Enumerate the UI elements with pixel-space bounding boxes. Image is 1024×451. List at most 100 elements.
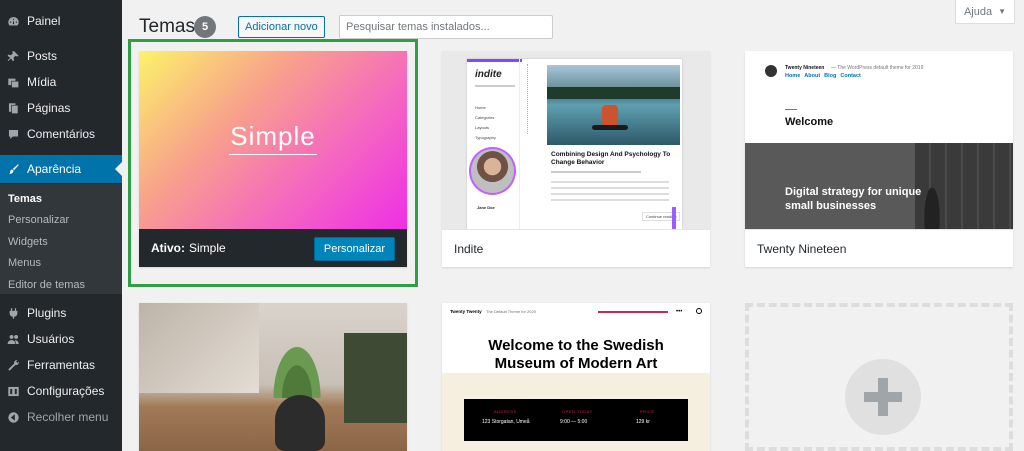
photo-wall xyxy=(139,303,259,393)
indite-preview-page: indite Home Categories Layouts Typograph… xyxy=(467,59,682,229)
indite-post-line-2 xyxy=(551,187,669,189)
theme-name-indite: Indite xyxy=(454,241,484,256)
indite-author-name: Jane Doe xyxy=(477,205,495,210)
twentynineteen-hero: Digital strategy for unique small busine… xyxy=(745,143,1013,229)
menu-label: Usuários xyxy=(27,332,75,346)
submenu-item-menus[interactable]: Menus xyxy=(8,257,41,269)
menu-label: Recolher menu xyxy=(27,410,109,424)
theme-name-twentynineteen: Twenty Nineteen xyxy=(757,241,847,256)
indite-post-title: Combining Design And Psychology To Chang… xyxy=(551,151,671,167)
help-tab-button[interactable]: Ajuda ▼ xyxy=(955,0,1015,24)
theme-screenshot-twentytwenty: Twenty Twenty The Default Theme for 2020… xyxy=(442,303,710,451)
media-icon xyxy=(6,75,20,89)
twentytwenty-price-label: PRICE xyxy=(640,409,655,414)
submenu-item-temas[interactable]: Temas xyxy=(8,193,42,205)
customize-button[interactable]: Personalizar xyxy=(313,237,395,261)
theme-bar-indite: Indite xyxy=(442,229,710,267)
page-title: Temas xyxy=(139,16,195,37)
menu-label: Páginas xyxy=(27,101,71,115)
theme-name-simple: Simple xyxy=(189,241,226,255)
menu-item-paginas[interactable]: Páginas xyxy=(0,95,122,121)
caret-down-icon: ▼ xyxy=(998,7,1007,16)
help-label: Ajuda xyxy=(963,5,993,18)
indite-menu-home: Home xyxy=(475,105,486,110)
active-label: Ativo: xyxy=(151,241,185,255)
search-themes-input[interactable] xyxy=(339,15,553,39)
twentytwenty-nav xyxy=(598,311,668,313)
twentytwenty-tagline: The Default Theme for 2020 xyxy=(486,309,536,314)
twentytwenty-price-value: 129 kr xyxy=(636,419,650,425)
add-new-theme-button[interactable]: Adicionar novo xyxy=(238,16,325,38)
photo-plant-leaves xyxy=(267,333,327,398)
menu-item-midia[interactable]: Mídia xyxy=(0,69,122,95)
indite-post-image-canoe xyxy=(592,125,628,130)
indite-menu-typography: Typography xyxy=(475,135,496,140)
menu-item-configuracoes[interactable]: Configurações xyxy=(0,378,122,404)
menu-label: Comentários xyxy=(27,127,96,141)
simple-title-underline xyxy=(229,154,317,155)
theme-screenshot-photo xyxy=(139,303,407,451)
twentytwenty-address-value: 123 Storgatan, Umeå xyxy=(482,419,530,425)
menu-label: Aparência xyxy=(27,162,82,176)
indite-side-accent xyxy=(672,207,676,229)
menu-item-aparencia[interactable]: Aparência xyxy=(0,155,122,183)
submenu-item-personalizar[interactable]: Personalizar xyxy=(8,214,69,226)
add-new-theme-card[interactable] xyxy=(745,303,1013,451)
users-icon xyxy=(6,332,20,346)
twentynineteen-nav-home: Home xyxy=(785,73,801,79)
theme-count-badge: 5 xyxy=(194,16,216,38)
settings-icon xyxy=(6,384,20,398)
twentynineteen-hero-text: Digital strategy for unique small busine… xyxy=(785,186,922,213)
pin-icon xyxy=(6,49,20,63)
twentynineteen-welcome: Welcome xyxy=(785,116,834,128)
submenu-item-editor-de-temas[interactable]: Editor de temas xyxy=(8,279,85,291)
twentytwenty-heading: Welcome to the Swedish Museum of Modern … xyxy=(488,337,664,372)
indite-tagline-line xyxy=(475,85,515,87)
twentynineteen-site-title: Twenty Nineteen xyxy=(785,65,825,71)
current-menu-arrow xyxy=(115,162,122,176)
theme-screenshot-simple: Simple xyxy=(139,51,407,229)
menu-item-painel[interactable]: Painel xyxy=(0,8,122,34)
photo-plant-pot xyxy=(275,395,325,451)
indite-post-meta xyxy=(551,171,641,173)
theme-card-twentynineteen[interactable]: Twenty Nineteen — The WordPress default … xyxy=(745,51,1013,267)
indite-author-photo xyxy=(469,147,516,195)
photo-background-plant xyxy=(344,333,407,423)
twentytwenty-address-label: ADDRESS xyxy=(494,409,517,414)
menu-label: Configurações xyxy=(27,384,105,398)
submenu-item-widgets[interactable]: Widgets xyxy=(8,236,48,248)
indite-post-line-3 xyxy=(551,193,669,195)
collapse-menu-button[interactable]: Recolher menu xyxy=(0,404,122,430)
twentynineteen-divider xyxy=(785,109,797,110)
menu-item-posts[interactable]: Posts xyxy=(0,43,122,69)
theme-screenshot-indite: indite Home Categories Layouts Typograph… xyxy=(442,51,710,229)
theme-card-simple[interactable]: Simple Ativo: Simple Personalizar xyxy=(139,51,407,267)
pages-icon xyxy=(6,101,20,115)
menu-item-plugins[interactable]: Plugins xyxy=(0,300,122,326)
theme-card-photo[interactable] xyxy=(139,303,407,451)
twentynineteen-nav-blog: Blog xyxy=(824,73,837,79)
simple-preview-title: Simple xyxy=(230,121,316,151)
plus-vertical-bar xyxy=(878,378,888,416)
theme-card-twentytwenty[interactable]: Twenty Twenty The Default Theme for 2020… xyxy=(442,303,710,451)
appearance-submenu: Temas Personalizar Widgets Menus Editor … xyxy=(0,184,122,294)
menu-item-comentarios[interactable]: Comentários xyxy=(0,121,122,147)
brush-icon xyxy=(6,162,20,176)
indite-logo: indite xyxy=(475,69,502,80)
twentynineteen-wordpress-logo xyxy=(765,65,777,77)
menu-item-ferramentas[interactable]: Ferramentas xyxy=(0,352,122,378)
theme-card-indite[interactable]: indite Home Categories Layouts Typograph… xyxy=(442,51,710,267)
theme-bar-twentynineteen: Twenty Nineteen xyxy=(745,229,1013,267)
indite-post-line-1 xyxy=(551,181,669,183)
menu-item-usuarios[interactable]: Usuários xyxy=(0,326,122,352)
wrench-icon xyxy=(6,358,20,372)
indite-social-icons xyxy=(527,64,529,134)
indite-top-accent xyxy=(467,59,522,62)
twentytwenty-search-icon xyxy=(696,308,702,314)
menu-label: Plugins xyxy=(27,306,67,320)
theme-bar-simple: Ativo: Simple Personalizar xyxy=(139,229,407,267)
indite-post-image xyxy=(547,65,680,145)
indite-menu-categories: Categories xyxy=(475,115,495,120)
indite-sidebar-divider xyxy=(519,59,520,229)
twentytwenty-site-title: Twenty Twenty xyxy=(450,309,482,314)
